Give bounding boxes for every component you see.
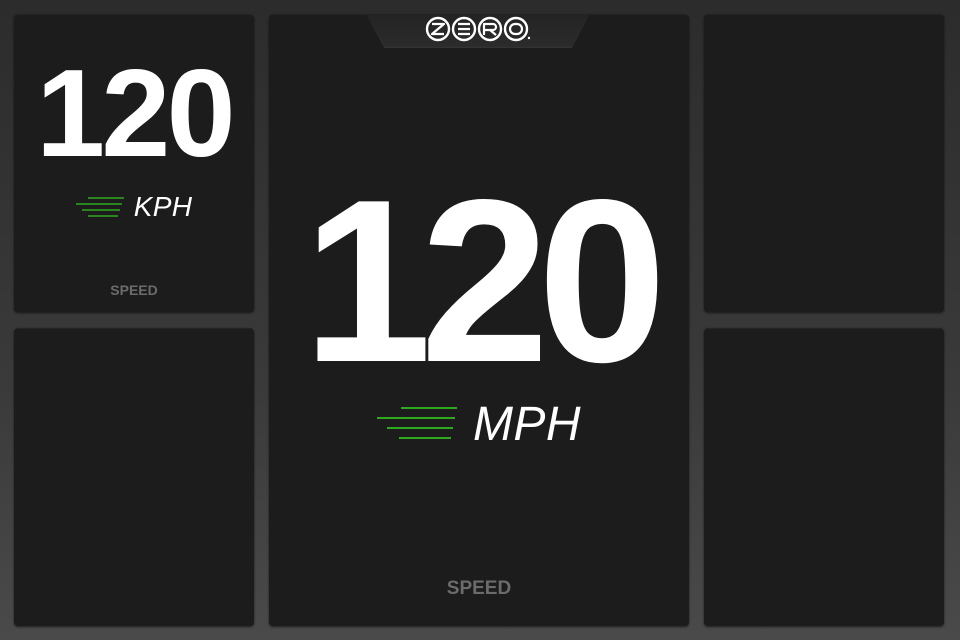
empty-panel-bottom-right[interactable]: [704, 328, 944, 626]
speed-kph-panel[interactable]: 120 KPH SPEED: [14, 14, 254, 312]
zero-logo-icon: [425, 16, 531, 42]
empty-panel-top-right[interactable]: [704, 14, 944, 312]
logo-wrap: [366, 14, 590, 44]
speed-mph-unit: MPH: [472, 397, 582, 451]
speed-kph-value: 120: [36, 45, 235, 183]
speed-lines-icon: [75, 197, 124, 217]
speed-kph-unit: KPH: [133, 191, 193, 222]
logo-tab: [366, 14, 590, 48]
speed-lines-icon: [376, 407, 457, 439]
speed-mph-value: 120: [302, 152, 667, 411]
empty-panel-bottom-left[interactable]: [14, 328, 254, 626]
speed-mph-panel[interactable]: 120 MPH SPEED: [269, 14, 689, 626]
speed-kph-label: SPEED: [110, 282, 158, 298]
speed-mph-label: SPEED: [446, 578, 512, 599]
speed-kph-unit-row: KPH: [14, 190, 254, 224]
speed-mph-unit-row: MPH: [269, 396, 689, 452]
